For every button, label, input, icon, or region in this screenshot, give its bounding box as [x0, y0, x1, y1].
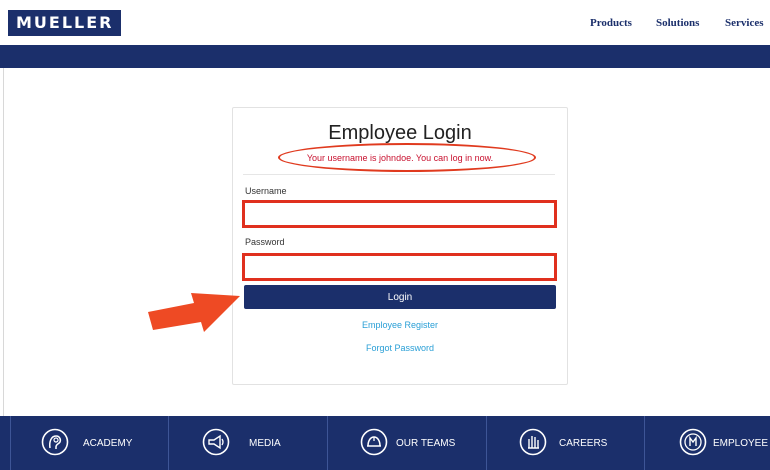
page-left-rule — [3, 68, 4, 416]
footer-item-academy[interactable]: ACADEMY — [10, 416, 168, 470]
hand-icon — [519, 428, 547, 456]
footer-label-employee: EMPLOYEE — [713, 438, 769, 449]
annotation-arrow-icon — [148, 293, 240, 332]
footer-item-our-teams[interactable]: OUR TEAMS — [327, 416, 486, 470]
username-label: Username — [245, 186, 287, 196]
login-title: Employee Login — [328, 122, 472, 144]
footer-item-media[interactable]: MEDIA — [168, 416, 327, 470]
password-label: Password — [245, 237, 285, 247]
footer-nav: ACADEMY MEDIA OUR TEAMS CAREERS EMPLOYEE — [0, 416, 770, 470]
footer-label-careers: CAREERS — [559, 438, 608, 449]
megaphone-icon — [202, 428, 230, 456]
footer-label-media: MEDIA — [249, 438, 281, 449]
nav-products[interactable]: Products — [590, 17, 632, 29]
footer-item-employee[interactable]: EMPLOYEE — [644, 416, 770, 470]
footer-label-academy: ACADEMY — [83, 438, 133, 449]
academy-icon — [41, 428, 69, 456]
footer-item-careers[interactable]: CAREERS — [486, 416, 644, 470]
employee-register-link[interactable]: Employee Register — [233, 320, 567, 330]
username-input[interactable] — [242, 200, 557, 228]
mueller-logo[interactable]: MUELLER — [8, 10, 122, 36]
password-input[interactable] — [242, 253, 557, 281]
login-button[interactable]: Login — [244, 285, 556, 309]
annotation-oval — [278, 143, 536, 172]
hardhat-icon — [360, 428, 388, 456]
header-band — [0, 45, 770, 68]
nav-services[interactable]: Services — [725, 17, 763, 29]
footer-label-our-teams: OUR TEAMS — [396, 438, 456, 449]
top-header: MUELLER Products Solutions Services — [0, 0, 770, 45]
forgot-password-link[interactable]: Forgot Password — [233, 343, 567, 353]
nav-solutions[interactable]: Solutions — [656, 17, 699, 29]
card-divider — [243, 174, 555, 175]
employee-logo-icon — [679, 428, 707, 456]
